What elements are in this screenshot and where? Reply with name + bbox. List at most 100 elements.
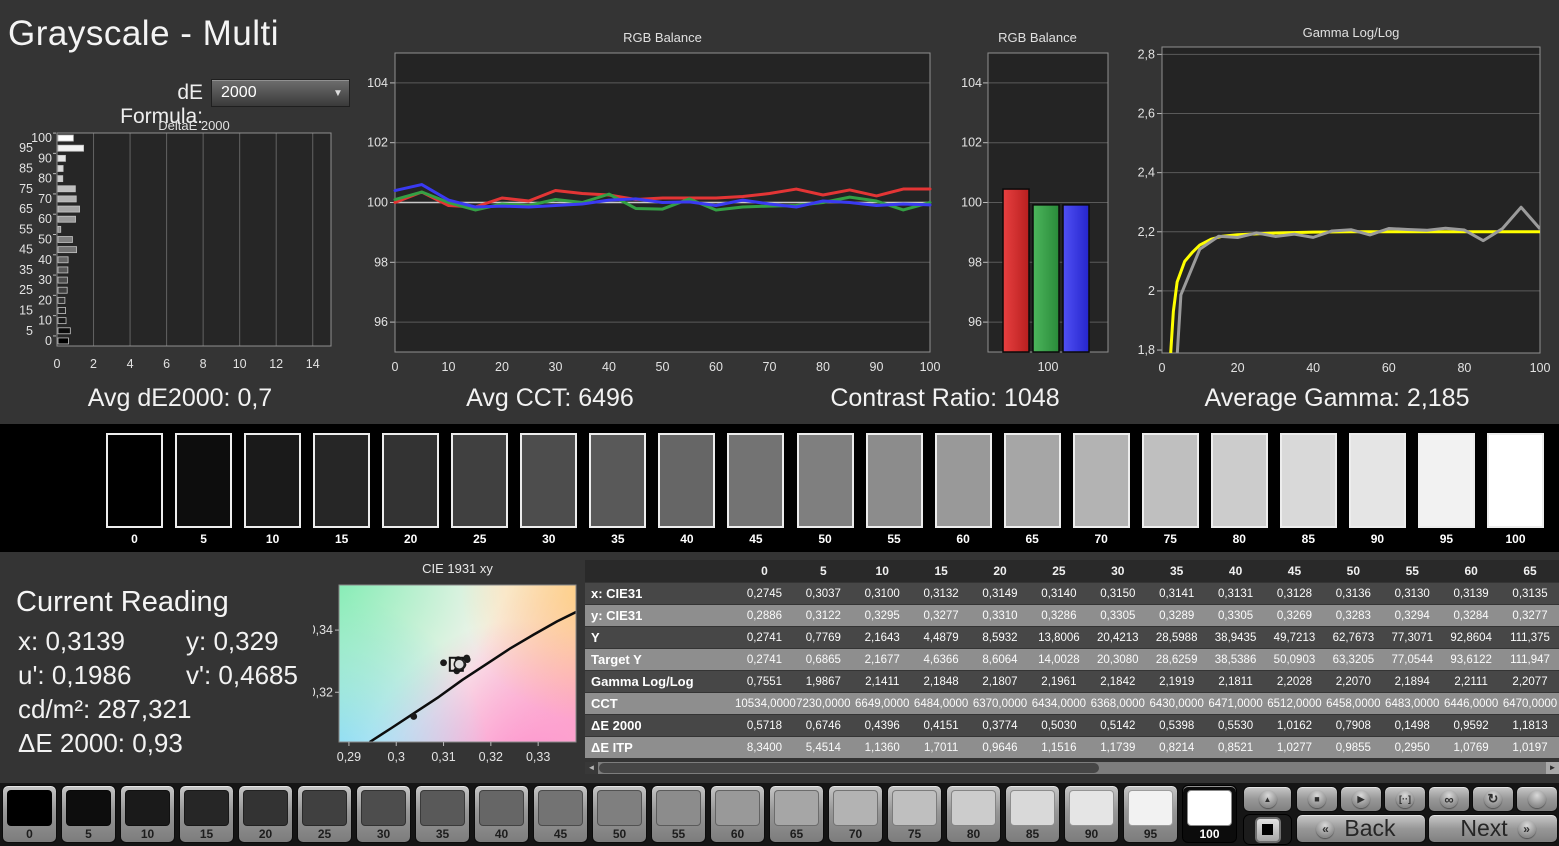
table-cell: 0,2741 (746, 631, 783, 644)
patch-button-55[interactable]: 55 (651, 785, 706, 843)
patch-window-button[interactable] (1243, 814, 1292, 845)
grayscale-swatch-60 (934, 433, 992, 528)
avg-cct-stat: Avg CCT: 6496 (466, 384, 634, 412)
patch-button-90[interactable]: 90 (1064, 785, 1119, 843)
table-cell: 7230,0000 (796, 697, 851, 710)
table-cell: 1,0769 (1453, 741, 1489, 754)
table-cell: 111,947 (1510, 653, 1550, 666)
patch-label: 90 (1084, 827, 1099, 841)
svg-text:2,2: 2,2 (1138, 225, 1155, 239)
patch-button-50[interactable]: 50 (592, 785, 647, 843)
refresh-button[interactable]: ↻ (1472, 786, 1514, 812)
svg-text:102: 102 (961, 136, 982, 150)
scrollbar-track[interactable] (598, 762, 1546, 774)
svg-text:0: 0 (392, 360, 399, 374)
table-cell: 6430,0000 (1149, 697, 1204, 710)
table-cell: 0,9855 (1335, 741, 1371, 754)
svg-text:0,33: 0,33 (526, 750, 550, 764)
swatch-level-label: 75 (1163, 532, 1177, 546)
grayscale-swatch-15 (313, 433, 371, 528)
table-row-label: x: CIE31 (591, 586, 643, 601)
table-cell: 6471,0000 (1208, 697, 1263, 710)
svg-text:96: 96 (968, 315, 982, 329)
patch-button-35[interactable]: 35 (415, 785, 470, 843)
table-cell: 0,4151 (923, 719, 959, 732)
svg-text:0: 0 (45, 334, 52, 348)
patch-swatch (420, 790, 465, 826)
scroll-right-icon[interactable]: ► (1546, 762, 1559, 774)
table-cell: 6434,0000 (1031, 697, 1087, 710)
table-cell: 6446,0000 (1443, 697, 1499, 710)
svg-text:2,6: 2,6 (1138, 107, 1155, 121)
svg-text:50: 50 (38, 233, 52, 247)
play-button[interactable]: ▶ (1340, 786, 1382, 812)
patch-size-up-button[interactable]: ▲ (1243, 786, 1292, 812)
grayscale-swatch-100 (1487, 433, 1544, 528)
patch-button-5[interactable]: 5 (61, 785, 116, 843)
patch-swatch (302, 790, 347, 826)
back-button[interactable]: « Back (1296, 814, 1426, 843)
svg-text:10: 10 (38, 314, 52, 328)
cie-chart-plot: 0,29 0,3 0,31 0,32 0,33 0,32 0,34 (313, 584, 577, 764)
patch-button-40[interactable]: 40 (474, 785, 529, 843)
next-button[interactable]: Next » (1428, 814, 1558, 843)
patch-label: 0 (26, 827, 33, 841)
range-button[interactable]: [··] (1384, 786, 1426, 812)
patch-button-65[interactable]: 65 (769, 785, 824, 843)
svg-text:6: 6 (163, 357, 170, 371)
arrow-up-icon: ▲ (1258, 790, 1277, 808)
patch-button-60[interactable]: 60 (710, 785, 765, 843)
grayscale-swatch-40 (658, 433, 716, 528)
svg-text:2: 2 (1148, 284, 1155, 298)
svg-text:10: 10 (233, 357, 247, 371)
table-row-label: ΔE ITP (591, 740, 633, 755)
patch-swatch (1010, 790, 1055, 826)
table-column-header: 10 (875, 564, 889, 578)
rgb-balance-bar-chart: RGB Balance 96 98 100 102 104 100 (950, 28, 1125, 380)
patch-button-95[interactable]: 95 (1123, 785, 1178, 843)
grayscale-swatch-65 (1003, 433, 1061, 528)
table-cell: 8,5932 (982, 631, 1018, 644)
table-cell: 28,5988 (1155, 631, 1198, 644)
table-cell: 0,2741 (746, 653, 783, 666)
patch-button-45[interactable]: 45 (533, 785, 588, 843)
grayscale-swatch-55 (865, 433, 923, 528)
table-column-header: 65 (1523, 564, 1537, 578)
svg-text:60: 60 (709, 360, 723, 374)
patch-button-20[interactable]: 20 (238, 785, 293, 843)
table-cell: 4,6366 (923, 653, 959, 666)
table-cell: 0,3141 (1159, 587, 1195, 600)
table-cell: 0,2950 (1394, 741, 1430, 754)
patch-button-80[interactable]: 80 (946, 785, 1001, 843)
de-formula-dropdown[interactable]: 2000 ▼ (211, 79, 350, 107)
svg-text:0,29: 0,29 (337, 750, 361, 764)
patch-swatch (7, 790, 52, 826)
patch-button-70[interactable]: 70 (828, 785, 883, 843)
patch-label: 95 (1143, 827, 1158, 841)
table-cell: 1,0277 (1276, 741, 1313, 754)
svg-text:100: 100 (367, 196, 388, 210)
infinity-button[interactable]: ∞ (1428, 786, 1470, 812)
table-cell: 2,1807 (982, 675, 1018, 688)
patch-button-15[interactable]: 15 (179, 785, 234, 843)
scroll-left-icon[interactable]: ◄ (585, 762, 598, 774)
patch-button-0[interactable]: 0 (2, 785, 57, 843)
deltae-chart-plot: 0510152025303540455055606570758085909510… (19, 131, 332, 371)
patch-button-10[interactable]: 10 (120, 785, 175, 843)
patch-button-100[interactable]: 100 (1182, 785, 1237, 843)
table-column-header: 15 (934, 564, 948, 578)
patch-button-25[interactable]: 25 (297, 785, 352, 843)
table-cell: 0,3284 (1453, 609, 1489, 622)
patch-button-30[interactable]: 30 (356, 785, 411, 843)
swatch-level-label: 15 (334, 532, 349, 546)
table-row-label: ΔE 2000 (591, 718, 642, 733)
patch-button-85[interactable]: 85 (1005, 785, 1060, 843)
status-ball-button[interactable] (1516, 786, 1558, 812)
scrollbar-thumb[interactable] (599, 763, 1099, 773)
stop-button[interactable]: ■ (1296, 786, 1338, 812)
reading-luminance: cd/m²: 287,321 (18, 694, 192, 724)
patch-button-75[interactable]: 75 (887, 785, 942, 843)
patch-label: 80 (966, 827, 981, 841)
grayscale-swatch-10 (244, 433, 302, 528)
table-scrollbar[interactable]: ◄ ► (585, 762, 1559, 774)
